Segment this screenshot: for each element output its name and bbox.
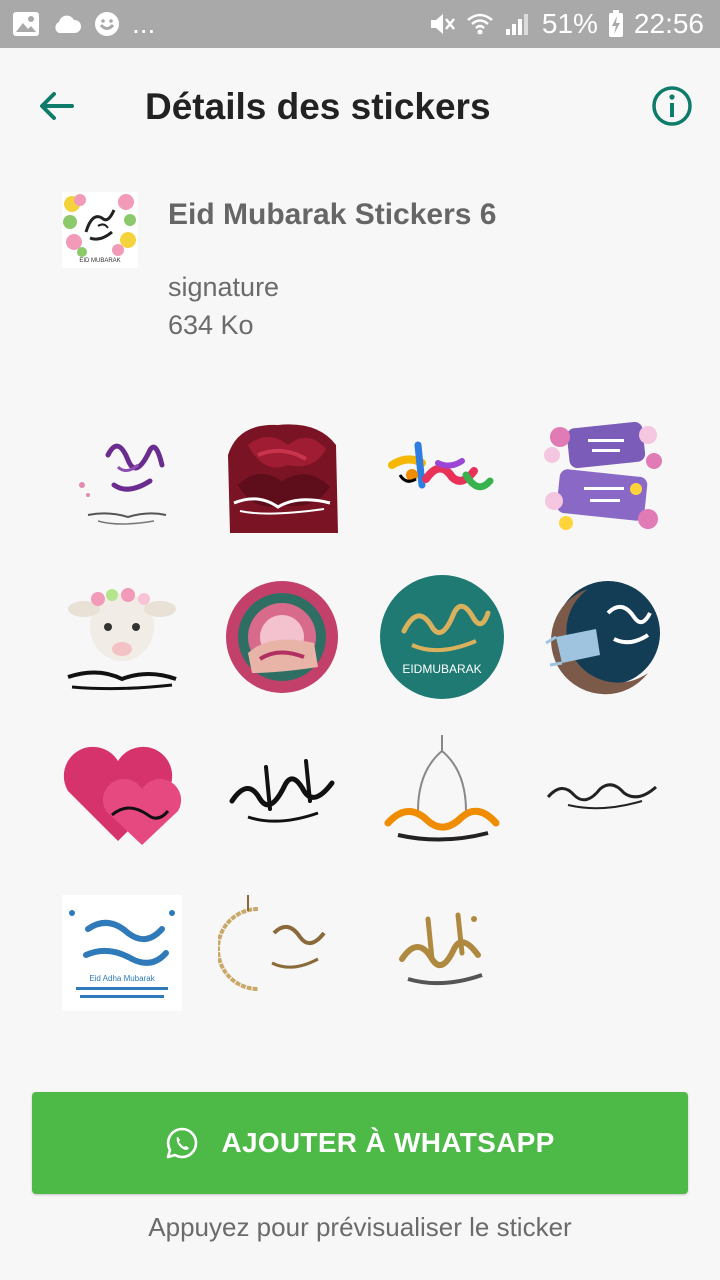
sticker-item[interactable] bbox=[522, 716, 682, 874]
black-calligraphy-sticker bbox=[229, 759, 335, 823]
clock: 22:56 bbox=[633, 8, 704, 39]
sticker-item[interactable] bbox=[362, 874, 522, 1032]
sticker-item[interactable] bbox=[522, 400, 682, 558]
gold-crescent-calligraphy-sticker bbox=[218, 895, 326, 991]
info-icon bbox=[652, 86, 692, 126]
colorful-eid-calligraphy-sticker bbox=[388, 441, 494, 491]
wifi-icon bbox=[466, 11, 494, 37]
status-bar-left: ... bbox=[12, 8, 155, 40]
pink-mandala-sticker bbox=[226, 581, 338, 693]
mute-icon bbox=[428, 11, 456, 37]
page-title: Détails des stickers bbox=[145, 86, 491, 127]
sticker-item[interactable]: EIDMUBARAK bbox=[362, 558, 522, 716]
mosque-dome-calligraphy-sticker bbox=[384, 735, 500, 842]
sticker-item[interactable]: Eid Adha Mubarak bbox=[42, 874, 202, 1032]
battery-percent: 51% bbox=[541, 8, 598, 39]
eid-adha-blue-card-sticker: Eid Adha Mubarak bbox=[62, 895, 182, 1011]
sticker-item[interactable] bbox=[202, 716, 362, 874]
sticker-grid: EIDMUBARAK Eid Adha Mubarak bbox=[42, 400, 682, 1032]
preview-hint: Appuyez pour prévisualiser le sticker bbox=[148, 1212, 572, 1242]
add-to-whatsapp-label: AJOUTER À WHATSAPP bbox=[221, 1127, 555, 1158]
pack-thumbnail: EID MUBARAK bbox=[62, 192, 138, 268]
info-button[interactable] bbox=[650, 84, 694, 128]
sticker-item[interactable] bbox=[202, 400, 362, 558]
red-rose-calligraphy-sticker bbox=[228, 424, 338, 533]
status-bar: ... 51% 22:56 bbox=[0, 0, 720, 48]
small-black-calligraphy-sticker bbox=[546, 783, 657, 810]
back-arrow-icon bbox=[40, 92, 74, 120]
sticker-item[interactable] bbox=[42, 716, 202, 874]
purple-ribbon-flowers-sticker bbox=[544, 421, 662, 530]
sticker-eidmubarak-label: EIDMUBARAK bbox=[402, 662, 481, 676]
sticker-item[interactable] bbox=[202, 558, 362, 716]
pack-name: Eid Mubarak Stickers 6 bbox=[168, 198, 497, 231]
back-button[interactable] bbox=[34, 86, 78, 126]
gallery-notification-icon bbox=[12, 11, 40, 37]
pack-thumb-text: EID MUBARAK bbox=[79, 258, 120, 264]
whatsapp-icon bbox=[167, 1127, 198, 1159]
sticker-item[interactable] bbox=[202, 874, 362, 1032]
gold-eid-mubarak-sticker bbox=[399, 912, 483, 986]
more-notifications: ... bbox=[132, 8, 156, 39]
battery-charging-icon bbox=[608, 10, 624, 38]
sticker-item[interactable] bbox=[42, 558, 202, 716]
pack-size: 634 Ko bbox=[168, 310, 254, 340]
app-bar: Détails des stickers bbox=[0, 48, 720, 162]
cloud-notification-icon bbox=[52, 13, 82, 35]
sticker-item[interactable] bbox=[42, 400, 202, 558]
status-bar-right: 51% 22:56 bbox=[428, 8, 704, 40]
add-to-whatsapp-button[interactable]: AJOUTER À WHATSAPP bbox=[32, 1092, 688, 1194]
purple-calligraphy-crescent-sticker bbox=[68, 435, 167, 525]
sticker-item[interactable] bbox=[362, 400, 522, 558]
pink-hearts-sticker bbox=[63, 746, 182, 845]
emoji-notification-icon bbox=[94, 11, 120, 37]
sheep-flower-crown-sticker bbox=[67, 588, 177, 691]
crescent-mask-sticker bbox=[545, 581, 660, 695]
signal-icon bbox=[504, 11, 532, 37]
sticker-eid-adha-label: Eid Adha Mubarak bbox=[89, 974, 155, 983]
pack-author: signature bbox=[168, 272, 280, 302]
teal-circle-eidmubarak-sticker: EIDMUBARAK bbox=[380, 575, 504, 699]
sticker-item[interactable] bbox=[522, 558, 682, 716]
sticker-item[interactable] bbox=[362, 716, 522, 874]
